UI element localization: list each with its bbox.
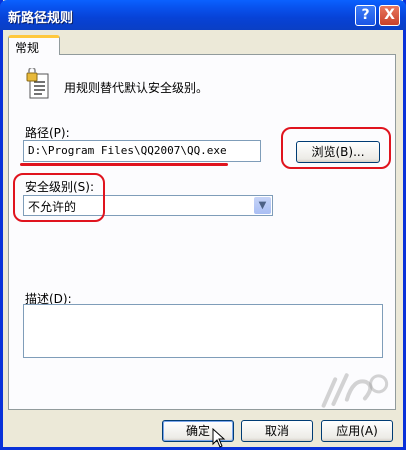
annotation-circle-browse — [281, 127, 391, 169]
help-button[interactable]: ? — [355, 5, 376, 26]
lock-document-icon — [26, 68, 49, 99]
annotation-circle-security-level — [13, 173, 105, 222]
close-button[interactable]: X — [379, 5, 400, 26]
chevron-down-icon[interactable]: ▼ — [254, 197, 271, 214]
cancel-button[interactable]: 取消 — [241, 420, 313, 442]
description-textarea[interactable] — [23, 304, 383, 358]
apply-button[interactable]: 应用(A) — [321, 420, 393, 442]
help-icon: ? — [361, 7, 370, 23]
path-label: 路径(P): — [25, 126, 70, 140]
tab-general[interactable]: 常规 — [8, 35, 60, 55]
path-input[interactable]: D:\Program Files\QQ2007\QQ.exe — [23, 140, 261, 162]
rule-description-text: 用规则替代默认安全级别。 — [64, 81, 209, 95]
path-value: D:\Program Files\QQ2007\QQ.exe — [28, 144, 227, 157]
title-bar[interactable]: 新路径规则 ? X — [0, 0, 406, 30]
close-icon: X — [384, 7, 395, 23]
annotation-underline-path — [20, 163, 228, 166]
mouse-cursor-icon — [212, 428, 226, 448]
window-title: 新路径规则 — [8, 11, 74, 26]
